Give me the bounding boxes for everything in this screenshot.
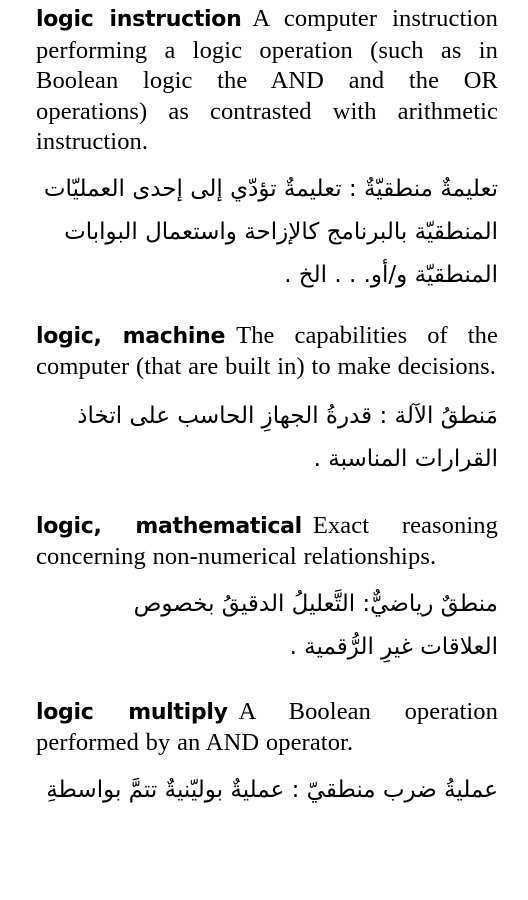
headword-logic-mathematical: logic, mathematical bbox=[36, 513, 302, 539]
arabic-translation-line-3: المنطقيّة و/أو. . . الخ . bbox=[284, 261, 498, 288]
arabic-translation-line-1: تعليمةٌ منطقيّةٌ : تعليمةٌ تؤدّي إلى إحد… bbox=[43, 175, 498, 202]
entry-definition-block: logic instruction A computer instruction … bbox=[36, 4, 498, 158]
dictionary-page: logic instruction A computer instruction … bbox=[0, 0, 528, 900]
arabic-translation-line-1: عمليةُ ضرب منطقيّ : عمليةٌ بوليّنيةٌ تتم… bbox=[46, 776, 498, 803]
arabic-translation-line-1: مَنطقُ الآلة : قدرةُ الجهازِ الحاسب على … bbox=[77, 402, 498, 429]
arabic-translation-line-1: منطقٌ رياضيٌّ: التَّعليلُ الدقيقُ بخصوص bbox=[133, 590, 498, 617]
dictionary-entry-logic-instruction: logic instruction A computer instruction … bbox=[36, 4, 498, 297]
arabic-translation-line-2: القرارات المناسبة . bbox=[313, 445, 498, 472]
entry-definition-block: logic, machine The capabilities of the co… bbox=[36, 321, 498, 383]
entry-definition-block: logic, mathematical Exact reasoning conce… bbox=[36, 511, 498, 573]
arabic-translation-line-2: العلاقات غيرِ الرُّقمية . bbox=[289, 633, 498, 660]
headword-logic-multiply: logic multiply bbox=[36, 699, 228, 725]
arabic-translation-line-2: المنطقيّة بالبرنامج كالإزاحة واستعمال ال… bbox=[64, 218, 498, 245]
entry-definition-block: logic multiply A Boolean operation perfor… bbox=[36, 697, 498, 759]
dictionary-entry-logic-mathematical: logic, mathematical Exact reasoning conce… bbox=[36, 511, 498, 669]
headword-logic-machine: logic, machine bbox=[36, 323, 226, 349]
dictionary-entry-logic-multiply: logic multiply A Boolean operation perfor… bbox=[36, 697, 498, 812]
text-column: logic instruction A computer instruction … bbox=[36, 4, 498, 812]
dictionary-entry-logic-machine: logic, machine The capabilities of the co… bbox=[36, 321, 498, 481]
headword-logic-instruction: logic instruction bbox=[36, 7, 242, 32]
